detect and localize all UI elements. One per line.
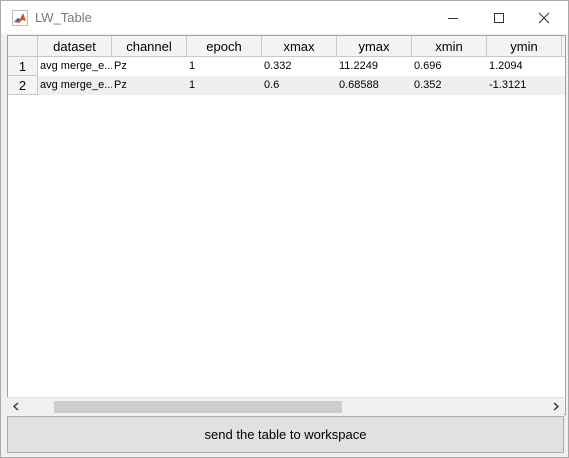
title-bar[interactable]: LW_Table — [1, 1, 568, 34]
table-cell-dataset[interactable]: avg merge_e... — [38, 76, 112, 95]
table-cell-channel[interactable]: Pz — [112, 76, 187, 95]
chevron-right-icon — [553, 402, 560, 411]
maximize-icon — [494, 13, 504, 23]
table-cell-ymin[interactable]: 1.2094 — [487, 57, 562, 76]
table-cell-xmin[interactable]: 0.696 — [412, 57, 487, 76]
matlab-icon — [12, 10, 28, 26]
column-header-ymin[interactable]: ymin — [487, 36, 562, 57]
column-header-overflow — [562, 36, 565, 57]
table-cell-ymax[interactable]: 0.68588 — [337, 76, 412, 95]
table-cell-xmin[interactable]: 0.352 — [412, 76, 487, 95]
corner-header — [8, 36, 38, 57]
table-cell-dataset[interactable]: avg merge_e... — [38, 57, 112, 76]
table-cell-epoch[interactable]: 1 — [187, 57, 262, 76]
lw-table-window: LW_Table dataset channel epoch xmax ymax… — [0, 0, 569, 458]
table-cell-xmax[interactable]: 0.6 — [262, 76, 337, 95]
row-header[interactable]: 1 — [8, 57, 38, 76]
column-header-xmax[interactable]: xmax — [262, 36, 337, 57]
table-row[interactable]: avg merge_e... Pz 1 0.6 0.68588 0.352 -1… — [38, 76, 565, 95]
maximize-button[interactable] — [476, 1, 522, 34]
column-header-epoch[interactable]: epoch — [187, 36, 262, 57]
send-to-workspace-button[interactable]: send the table to workspace — [7, 416, 564, 453]
column-header-channel[interactable]: channel — [112, 36, 187, 57]
table-cell-ymin[interactable]: -1.3121 — [487, 76, 562, 95]
horizontal-scrollbar[interactable] — [7, 397, 564, 415]
close-icon — [538, 12, 550, 24]
column-header-dataset[interactable]: dataset — [38, 36, 112, 57]
data-table[interactable]: dataset channel epoch xmax ymax xmin ymi… — [7, 35, 566, 415]
minimize-icon — [448, 18, 458, 19]
scroll-right-button[interactable] — [547, 398, 564, 415]
window-title: LW_Table — [35, 10, 92, 25]
table-row[interactable]: avg merge_e... Pz 1 0.332 11.2249 0.696 … — [38, 57, 565, 76]
chevron-left-icon — [12, 402, 19, 411]
table-cell-epoch[interactable]: 1 — [187, 76, 262, 95]
scrollbar-thumb[interactable] — [54, 401, 342, 413]
column-header-ymax[interactable]: ymax — [337, 36, 412, 57]
column-header-xmin[interactable]: xmin — [412, 36, 487, 57]
close-button[interactable] — [521, 1, 567, 34]
table-cell-ymax[interactable]: 11.2249 — [337, 57, 412, 76]
table-cell-xmax[interactable]: 0.332 — [262, 57, 337, 76]
table-cell-channel[interactable]: Pz — [112, 57, 187, 76]
minimize-button[interactable] — [430, 1, 476, 34]
row-header[interactable]: 2 — [8, 76, 38, 95]
scroll-left-button[interactable] — [7, 398, 24, 415]
